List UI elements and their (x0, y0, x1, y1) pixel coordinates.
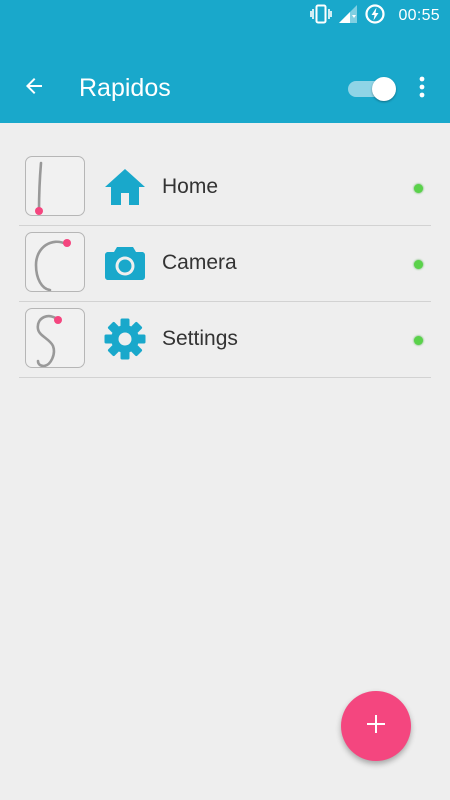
home-icon (103, 165, 147, 209)
toggle-thumb (372, 77, 396, 101)
shortcut-label: Camera (162, 251, 237, 274)
settings-gear-icon (103, 317, 147, 361)
gesture-preview-home[interactable] (25, 156, 85, 216)
gesture-preview-settings[interactable] (25, 308, 85, 368)
status-bar: 00:55 (0, 0, 450, 33)
data-saver-icon (364, 3, 386, 30)
gesture-stroke-i (35, 161, 43, 215)
enable-toggle[interactable] (346, 77, 398, 101)
app-toolbar: Rapidos (0, 33, 450, 123)
gesture-preview-camera[interactable] (25, 232, 85, 292)
shortcut-label: Settings (162, 327, 238, 350)
overflow-menu-button[interactable] (410, 75, 434, 103)
camera-icon (103, 241, 147, 285)
status-dot (414, 184, 423, 193)
status-icons: 00:55 (310, 3, 440, 30)
plus-icon (366, 714, 386, 739)
shortcut-row-home[interactable]: Home (19, 150, 431, 226)
vibrate-icon (310, 4, 333, 29)
signal-icon (338, 4, 358, 29)
status-time: 00:55 (398, 7, 440, 24)
status-dot (414, 336, 423, 345)
shortcut-list: Home Camera Settings (19, 150, 431, 378)
more-vert-icon (419, 76, 425, 103)
arrow-back-icon (22, 74, 46, 103)
back-button[interactable] (14, 68, 54, 108)
shortcut-row-settings[interactable]: Settings (19, 302, 431, 378)
gesture-stroke-s (36, 314, 62, 368)
shortcut-row-camera[interactable]: Camera (19, 226, 431, 302)
status-dot (414, 260, 423, 269)
page-title: Rapidos (79, 74, 171, 102)
shortcut-label: Home (162, 175, 219, 198)
gesture-stroke-c (34, 239, 71, 292)
add-shortcut-button[interactable] (341, 691, 411, 761)
